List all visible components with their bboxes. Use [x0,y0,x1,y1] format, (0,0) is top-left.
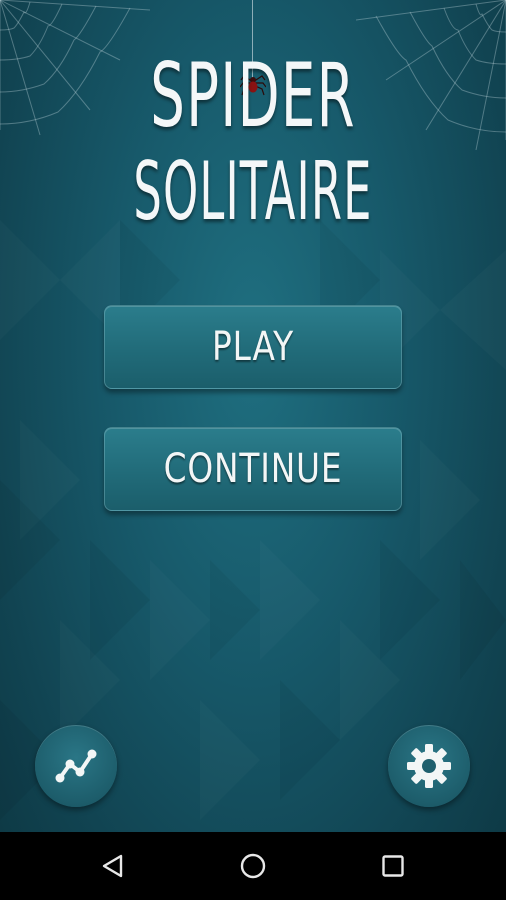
play-button[interactable]: PLAY [104,305,402,389]
game-title-solitaire: SOLITAIRE [133,145,373,238]
play-button-label: PLAY [211,324,294,370]
settings-button[interactable] [388,725,470,807]
back-triangle-icon [102,854,123,878]
home-circle-icon [240,853,266,879]
statistics-button[interactable] [35,725,117,807]
nav-recents-button[interactable] [373,846,413,886]
continue-button[interactable]: CONTINUE [104,427,402,511]
game-title-spider: SPIDER [150,44,356,147]
gear-icon [407,744,451,788]
continue-button-label: CONTINUE [163,446,343,492]
android-navigation-bar [0,832,506,900]
recents-square-icon [382,855,404,877]
nav-back-button[interactable] [93,846,133,886]
nav-home-button[interactable] [233,846,273,886]
main-menu-screen: SPIDER SOLITAIRE PLAY CONTINUE [0,0,506,900]
statistics-graph-icon [55,749,97,783]
